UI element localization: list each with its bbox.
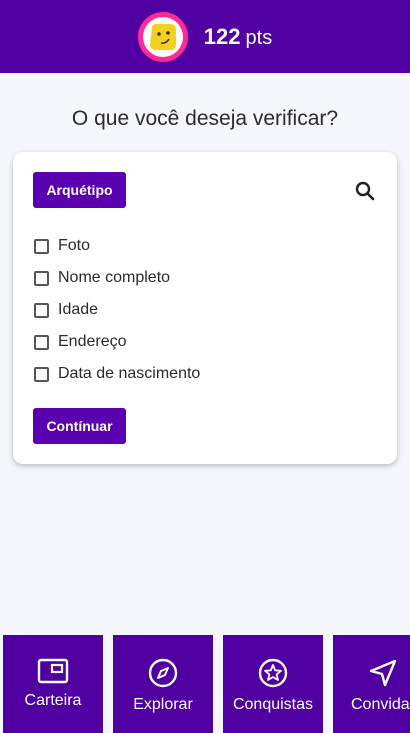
nav-item-wallet[interactable]: Carteira [3,635,103,733]
option-label: Foto [58,237,91,254]
options-list: Foto Nome completo Idade Endereço Data d… [34,230,200,390]
option-age[interactable]: Idade [34,294,200,326]
option-photo[interactable]: Foto [34,230,200,262]
checkbox[interactable] [34,302,49,318]
wallet-icon [37,658,69,684]
search-icon[interactable] [353,179,377,203]
option-label: Data de nascimento [58,365,201,382]
option-label: Idade [58,301,99,318]
verification-card: Arquétipo Foto Nome completo Idade Ender… [13,152,397,464]
avatar[interactable] [137,11,188,62]
checkbox[interactable] [34,270,49,286]
continue-button[interactable]: Contínuar [33,408,126,444]
nav-item-invite[interactable]: Convidar [333,635,410,733]
points-display: 122 pts [204,24,272,50]
checkbox[interactable] [34,238,49,254]
bottom-nav: Carteira Explorar Conquistas Convidar [3,635,410,733]
option-full-name[interactable]: Nome completo [34,262,200,294]
archetype-button[interactable]: Arquétipo [33,172,126,208]
points-unit: pts [245,26,273,49]
option-label: Nome completo [58,269,171,286]
nav-label: Convidar [350,696,410,713]
compass-icon [148,658,178,688]
nav-item-achievements[interactable]: Conquistas [223,635,323,733]
nav-label: Conquistas [232,696,314,713]
checkbox[interactable] [34,334,49,350]
option-label: Endereço [58,333,127,350]
page-title: O que você deseja verificar? [71,107,339,130]
nav-item-explore[interactable]: Explorar [113,635,213,733]
checkbox[interactable] [34,366,49,382]
star-badge-icon [258,658,288,688]
top-bar: 122 pts [0,0,410,73]
send-icon [369,659,397,687]
option-birth-date[interactable]: Data de nascimento [34,358,200,390]
nav-label: Explorar [133,696,193,713]
smiley-emoji-icon [149,23,176,50]
nav-label: Carteira [24,692,82,709]
option-address[interactable]: Endereço [34,326,200,358]
points-value: 122 [203,23,241,49]
